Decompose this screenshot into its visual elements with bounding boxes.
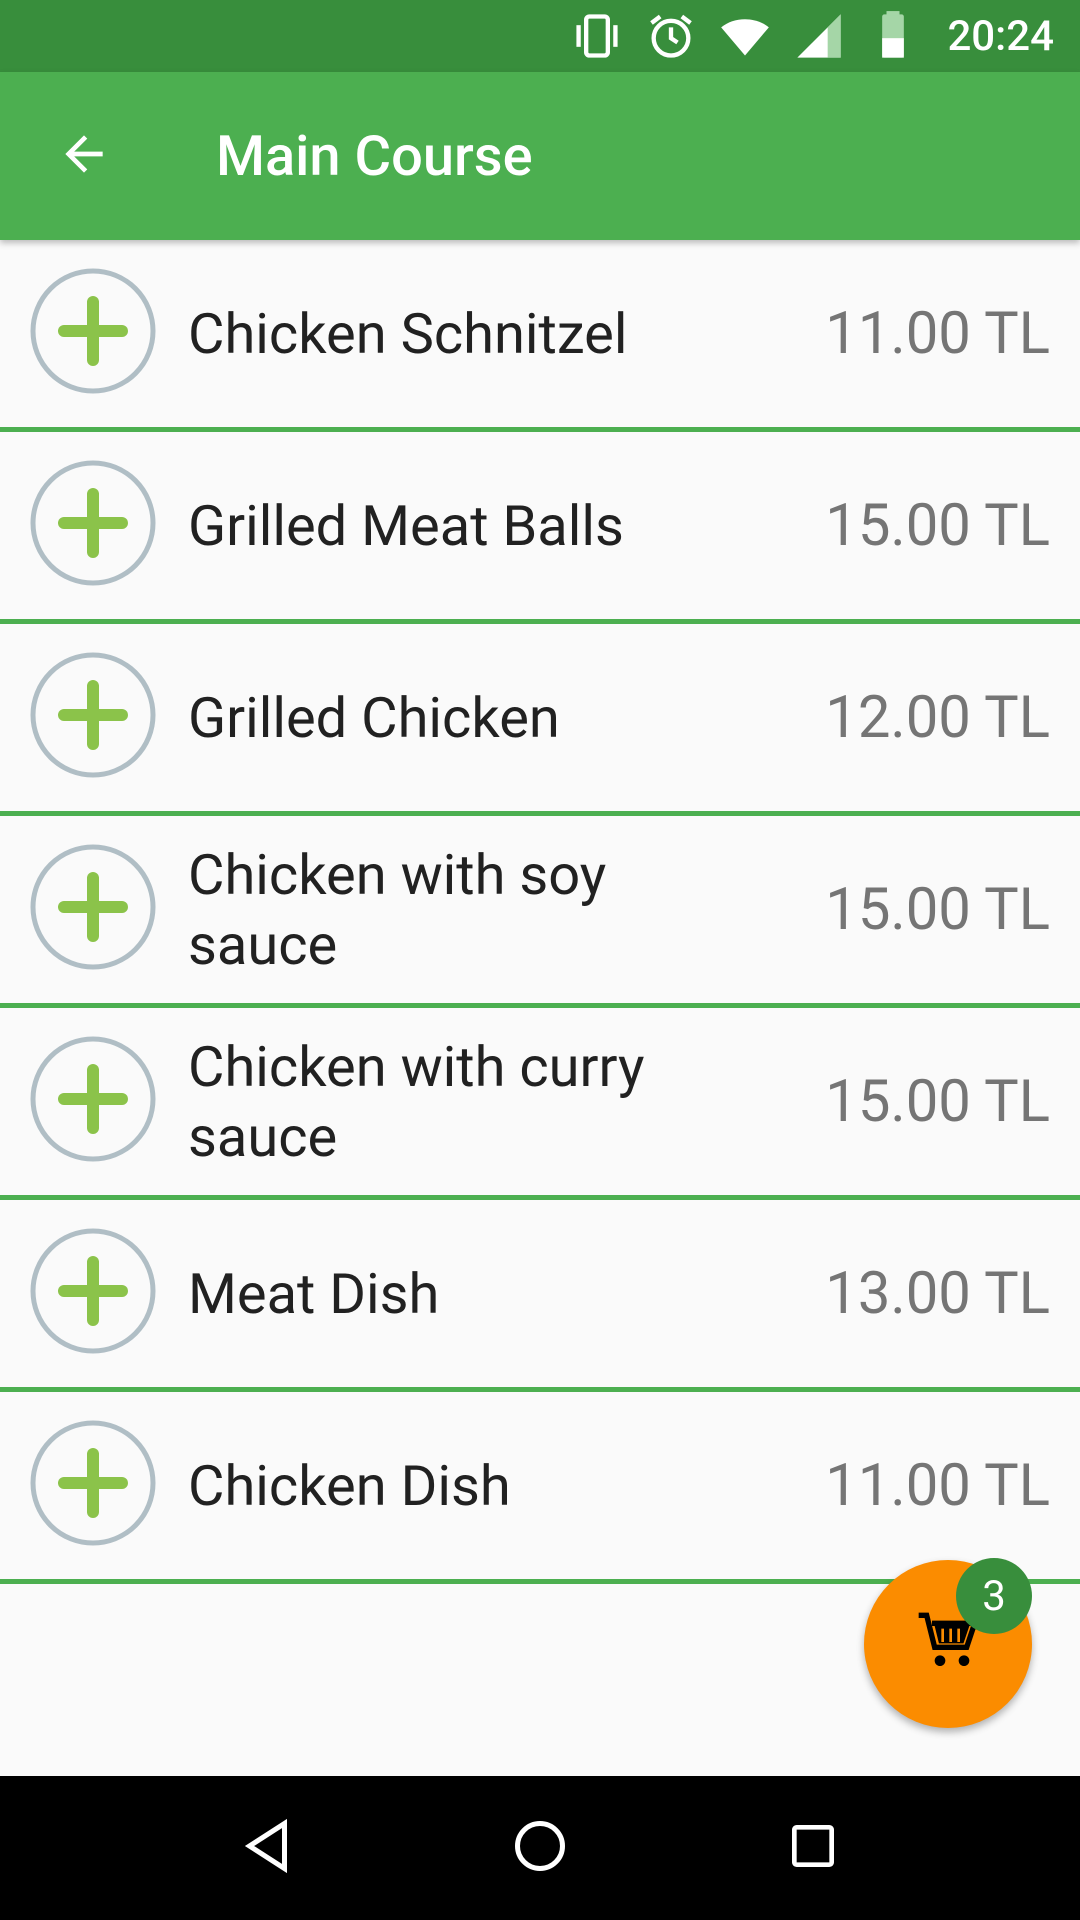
menu-list: Chicken Schnitzel 11.00 TL Grilled Meat … [0, 240, 1080, 1584]
cart-count-badge: 3 [956, 1558, 1032, 1634]
page-title: Main Course [216, 123, 533, 189]
item-price: 15.00 TL [825, 1067, 1050, 1136]
item-name: Grilled Chicken [188, 684, 560, 751]
add-circle-icon [28, 1226, 158, 1360]
item-name: Chicken with soy sauce [188, 841, 607, 978]
app-bar: Main Course [0, 72, 1080, 240]
wifi-icon [719, 10, 771, 62]
back-button[interactable] [44, 116, 124, 196]
alarm-icon [645, 10, 697, 62]
list-item[interactable]: Meat Dish 13.00 TL [0, 1200, 1080, 1392]
add-circle-icon [28, 650, 158, 784]
back-triangle-icon [237, 1816, 297, 1880]
add-item-button[interactable] [28, 652, 158, 782]
status-bar: 20:24 [0, 0, 1080, 72]
item-price: 11.00 TL [825, 299, 1050, 368]
arrow-back-icon [56, 126, 112, 186]
add-circle-icon [28, 1034, 158, 1168]
cell-signal-icon [793, 10, 845, 62]
item-name: Chicken with curry sauce [188, 1033, 645, 1170]
item-price: 12.00 TL [825, 683, 1050, 752]
battery-icon [867, 10, 919, 62]
list-item[interactable]: Chicken with curry sauce 15.00 TL [0, 1008, 1080, 1200]
add-circle-icon [28, 1418, 158, 1552]
item-price: 13.00 TL [825, 1259, 1050, 1328]
add-item-button[interactable] [28, 844, 158, 974]
add-item-button[interactable] [28, 460, 158, 590]
list-item[interactable]: Chicken Dish 11.00 TL [0, 1392, 1080, 1584]
nav-recents-button[interactable] [763, 1798, 863, 1898]
item-price: 11.00 TL [825, 1451, 1050, 1520]
item-name: Meat Dish [188, 1260, 440, 1327]
nav-home-button[interactable] [490, 1798, 590, 1898]
navigation-bar [0, 1776, 1080, 1920]
list-item[interactable]: Chicken with soy sauce 15.00 TL [0, 816, 1080, 1008]
add-item-button[interactable] [28, 1228, 158, 1358]
recents-square-icon [785, 1818, 841, 1878]
home-circle-icon [510, 1816, 570, 1880]
item-name: Chicken Dish [188, 1452, 511, 1519]
item-price: 15.00 TL [825, 875, 1050, 944]
list-item[interactable]: Grilled Chicken 12.00 TL [0, 624, 1080, 816]
item-name: Grilled Meat Balls [188, 492, 624, 559]
add-circle-icon [28, 458, 158, 592]
status-time: 20:24 [947, 11, 1054, 61]
add-circle-icon [28, 842, 158, 976]
add-item-button[interactable] [28, 1036, 158, 1166]
nav-back-button[interactable] [217, 1798, 317, 1898]
add-item-button[interactable] [28, 1420, 158, 1550]
item-price: 15.00 TL [825, 491, 1050, 560]
list-item[interactable]: Grilled Meat Balls 15.00 TL [0, 432, 1080, 624]
item-name: Chicken Schnitzel [188, 300, 628, 367]
vibrate-icon [571, 10, 623, 62]
list-item[interactable]: Chicken Schnitzel 11.00 TL [0, 240, 1080, 432]
add-circle-icon [28, 266, 158, 400]
add-item-button[interactable] [28, 268, 158, 398]
